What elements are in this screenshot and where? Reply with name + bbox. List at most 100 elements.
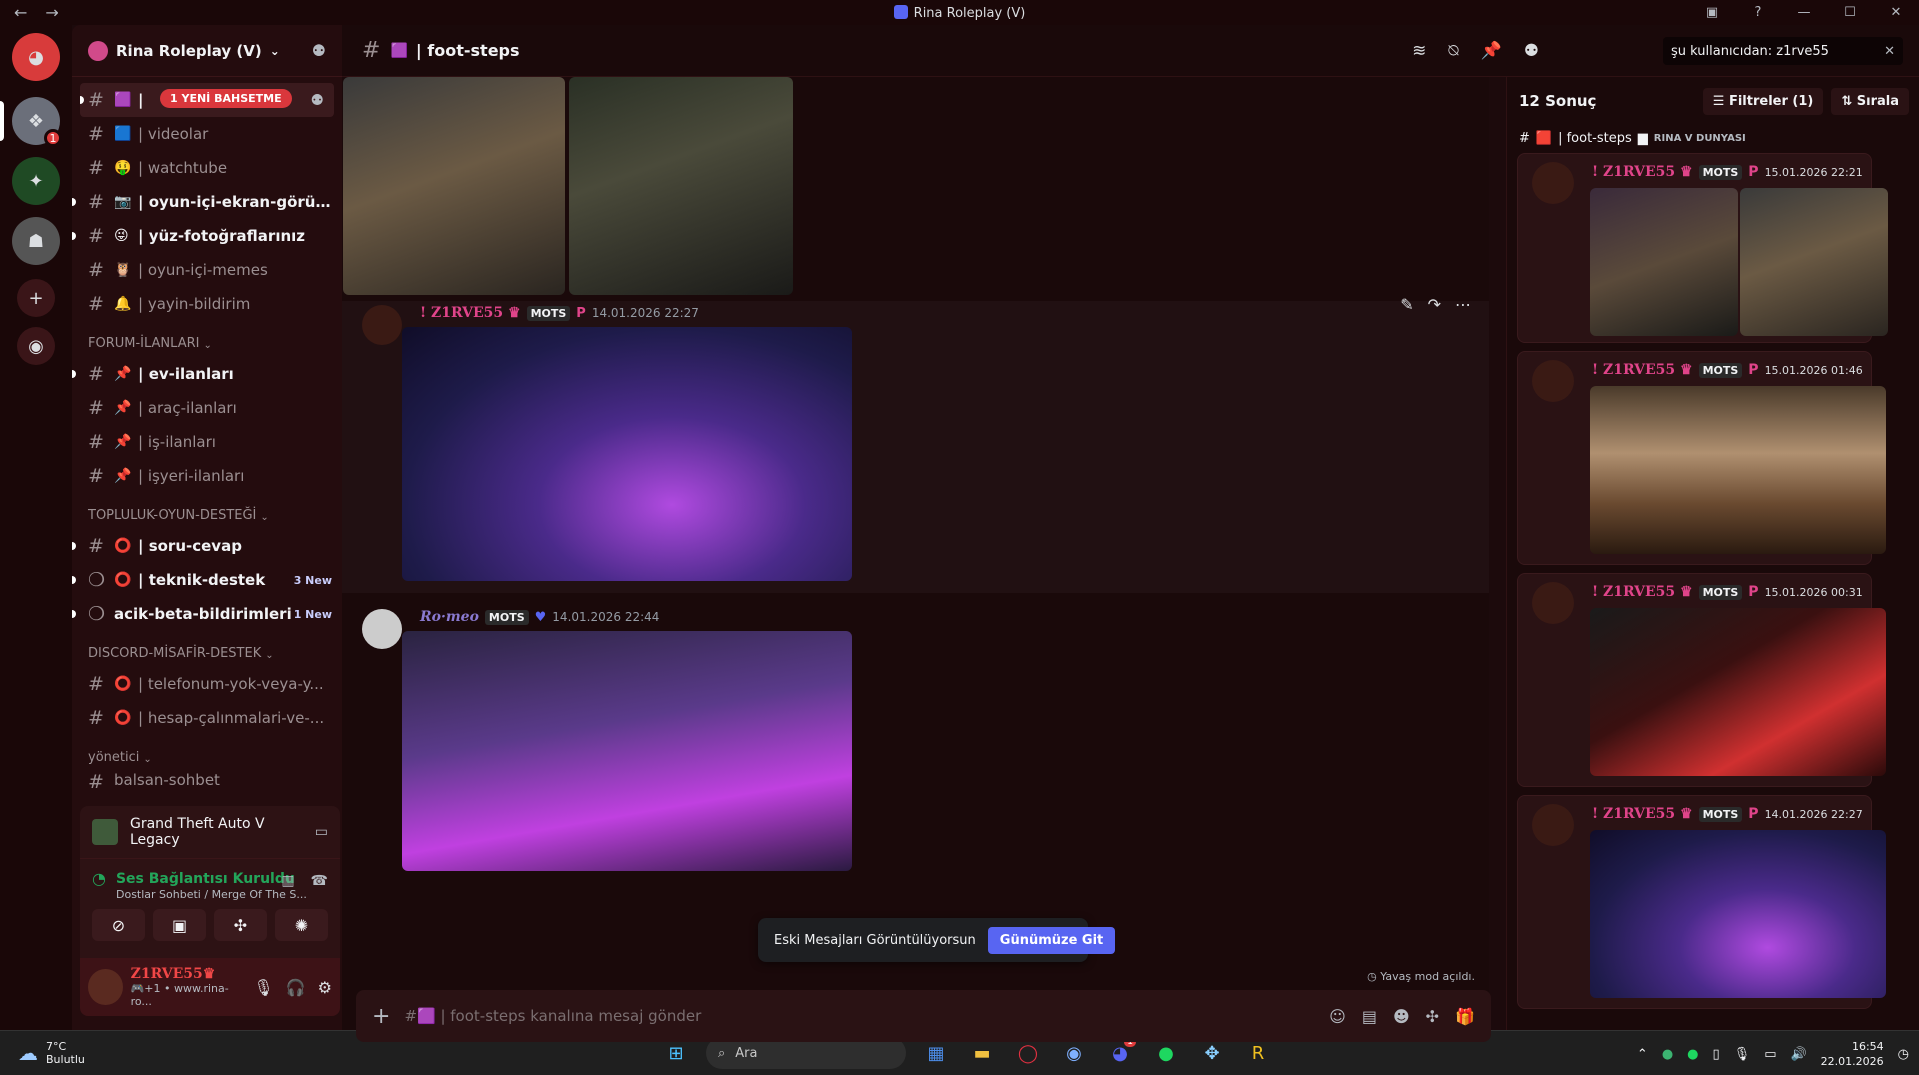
back-button[interactable]: ← xyxy=(14,3,27,22)
discover-icon[interactable]: ◉ xyxy=(17,327,55,365)
category-misafir[interactable]: DISCORD-MİSAFİR-DESTEK ⌄ xyxy=(72,631,342,667)
forward-button[interactable]: → xyxy=(45,3,58,22)
attachment-image[interactable] xyxy=(343,77,565,295)
channel-item[interactable]: # 📌 | işyeri-ilanları xyxy=(72,459,342,493)
attachment-image[interactable] xyxy=(1590,830,1886,998)
server-2-icon[interactable]: ✦ xyxy=(12,157,60,205)
more-icon[interactable]: ⋯ xyxy=(1455,295,1471,314)
result-author[interactable]: ! Z1RVE55 ♛ xyxy=(1592,362,1693,378)
search-input[interactable]: şu kullanıcıdan: z1rve55 ✕ xyxy=(1663,37,1903,65)
forward-icon[interactable]: ↷ xyxy=(1428,295,1441,314)
pin-icon[interactable]: 📌 xyxy=(1481,41,1502,61)
battery-icon[interactable]: ▯ xyxy=(1713,1047,1720,1062)
attachment-image[interactable] xyxy=(1740,188,1888,336)
channel-item[interactable]: ❍ ⭕ | teknik-destek 3 New xyxy=(72,563,342,597)
clear-search-icon[interactable]: ✕ xyxy=(1884,44,1895,59)
apps-icon[interactable]: ✣ xyxy=(1426,1007,1439,1026)
attachment-image[interactable] xyxy=(1590,608,1886,776)
search-result[interactable]: ! Z1RVE55 ♛ MOTS P 14.01.2026 22:27 xyxy=(1517,795,1886,1009)
clock[interactable]: 16:54 22.01.2026 xyxy=(1821,1039,1884,1069)
members-icon[interactable]: ⚉ xyxy=(1524,41,1539,61)
sticker-icon[interactable]: ☻ xyxy=(1393,1007,1410,1026)
avatar[interactable] xyxy=(1532,804,1574,846)
attachment-image[interactable] xyxy=(1590,188,1738,336)
channel-item[interactable]: # ⭕ | telefonum-yok-veya-y... xyxy=(72,667,342,701)
category-yonetici[interactable]: yönetici ⌄ xyxy=(72,735,342,771)
jump-to-present-button[interactable]: Günümüze Git xyxy=(987,926,1116,954)
channel-item[interactable]: # 📌 | iş-ilanları xyxy=(72,425,342,459)
filters-button[interactable]: ☰ Filtreler (1) xyxy=(1702,87,1824,115)
new-mention-badge[interactable]: 1 YENİ BAHSETME xyxy=(160,89,292,108)
avatar[interactable] xyxy=(1532,162,1574,204)
category-forum[interactable]: FORUM-İLANLARI ⌄ xyxy=(72,321,342,357)
camera-off-button[interactable]: ⊘ xyxy=(92,909,145,941)
mute-bell-icon[interactable]: ⍉ xyxy=(1448,41,1458,61)
message-composer[interactable]: + #🟪 | foot-steps kanalına mesaj gönder … xyxy=(356,990,1491,1042)
channel-item[interactable]: # 📌 | ev-ilanları xyxy=(72,357,342,391)
username[interactable]: Z1RVE55♛ xyxy=(131,966,246,982)
volume-icon[interactable]: 🔊 xyxy=(1790,1047,1806,1062)
attachment-image[interactable] xyxy=(402,327,852,581)
threads-icon[interactable]: ≋ xyxy=(1412,41,1426,61)
activity-panel[interactable]: Grand Theft Auto V Legacy ▭ xyxy=(80,806,340,858)
channel-item[interactable]: # balsan-sohbet xyxy=(72,771,342,791)
channel-item[interactable]: # 📌 | araç-ilanları xyxy=(72,391,342,425)
search-result[interactable]: ! Z1RVE55 ♛ MOTS P 15.01.2026 00:31 xyxy=(1517,573,1886,787)
attachment-image[interactable] xyxy=(569,77,793,295)
message-input[interactable]: #🟪 | foot-steps kanalına mesaj gönder xyxy=(404,1007,1315,1025)
channel-item[interactable]: # 📷 | oyun-içi-ekran-görünt... xyxy=(72,185,342,219)
attachment-image[interactable] xyxy=(1590,386,1886,554)
avatar[interactable] xyxy=(1532,582,1574,624)
channel-item[interactable]: # 🔔 | yayin-bildirim xyxy=(72,287,342,321)
channel-item[interactable]: # 😜 | yüz-fotoğraflarınız xyxy=(72,219,342,253)
channel-item[interactable]: # ⭕ | hesap-çalınmalari-ve-... xyxy=(72,701,342,735)
channel-item[interactable]: ❍ acik-beta-bildirimleri 1 New xyxy=(72,597,342,631)
signal-icon[interactable]: ◔ xyxy=(92,869,106,888)
attachment-image[interactable] xyxy=(402,631,852,871)
microphone-icon[interactable]: 🎙 xyxy=(253,978,273,997)
soundboard-button[interactable]: ✺ xyxy=(275,909,328,941)
channel-item[interactable]: # 🦉 | oyun-içi-memes xyxy=(72,253,342,287)
server-rina-icon[interactable]: ❖ 1 xyxy=(12,97,62,147)
channel-item[interactable]: # ⭕ | soru-cevap xyxy=(72,529,342,563)
plus-icon[interactable]: + xyxy=(372,1004,390,1029)
avatar[interactable] xyxy=(362,305,402,345)
noise-suppression-icon[interactable]: ▥ xyxy=(281,873,294,889)
stream-icon[interactable]: ▭ xyxy=(315,824,328,840)
network-icon[interactable]: ▭ xyxy=(1764,1047,1776,1062)
sort-button[interactable]: ⇅ Sırala xyxy=(1831,87,1909,115)
channel-item[interactable]: # 🟪 | 1 YENİ BAHSETME ⚉ xyxy=(80,83,334,117)
emoji-icon[interactable]: ☺ xyxy=(1329,1007,1346,1026)
result-author[interactable]: ! Z1RVE55 ♛ xyxy=(1592,584,1693,600)
search-result[interactable]: ! Z1RVE55 ♛ MOTS P 15.01.2026 01:46 xyxy=(1517,351,1886,565)
disconnect-icon[interactable]: ☎ xyxy=(311,873,328,889)
add-server-icon[interactable]: + xyxy=(17,279,55,317)
gear-icon[interactable]: ⚙ xyxy=(318,978,332,997)
notification-icon[interactable]: ◷ xyxy=(1898,1047,1909,1062)
channel-item[interactable]: # 🟦 | videolar xyxy=(72,117,342,151)
close-button[interactable]: ✕ xyxy=(1873,5,1919,20)
message[interactable]: ! Z1RVE55 ♛ MOTS P 14.01.2026 22:27 ✎ ↷ … xyxy=(342,295,1489,593)
microphone-tray-icon[interactable]: 🎙 xyxy=(1734,1047,1751,1062)
category-topluluk[interactable]: TOPLULUK-OYUN-DESTEĞİ ⌄ xyxy=(72,493,342,529)
headphones-icon[interactable]: 🎧 xyxy=(286,978,306,997)
message-author[interactable]: Ro·meo xyxy=(420,609,479,625)
inbox-icon[interactable]: ▣ xyxy=(1689,5,1735,20)
voice-channel-name[interactable]: Dostlar Sohbeti / Merge Of The S... xyxy=(116,888,316,901)
server-header[interactable]: Rina Roleplay (V) ⌄ ⚉ xyxy=(72,25,342,77)
gif-icon[interactable]: ▤ xyxy=(1362,1007,1377,1026)
add-member-icon[interactable]: ⚉ xyxy=(311,91,324,109)
gift-icon[interactable]: 🎁 xyxy=(1455,1007,1475,1026)
chevron-up-icon[interactable]: ⌃ xyxy=(1637,1047,1648,1062)
results-channel-header[interactable]: # 🟥 | foot-steps ▆ RINA V DUNYASI xyxy=(1507,125,1919,151)
invite-people-icon[interactable]: ⚉ xyxy=(312,41,326,60)
message-author[interactable]: ! Z1RVE55 ♛ xyxy=(420,305,521,321)
result-author[interactable]: ! Z1RVE55 ♛ xyxy=(1592,806,1693,822)
tray-app-icon[interactable]: ● xyxy=(1662,1047,1673,1062)
result-author[interactable]: ! Z1RVE55 ♛ xyxy=(1592,164,1693,180)
weather-widget[interactable]: ☁ 7°C Bulutlu xyxy=(0,1040,200,1066)
server-3-icon[interactable]: ☗ xyxy=(12,217,60,265)
message[interactable]: Ro·meo MOTS ♥ 14.01.2026 22:44 xyxy=(342,605,1489,871)
spotify-tray-icon[interactable]: ● xyxy=(1687,1047,1698,1062)
voice-status[interactable]: Ses Bağlantısı Kuruldu xyxy=(116,871,295,887)
